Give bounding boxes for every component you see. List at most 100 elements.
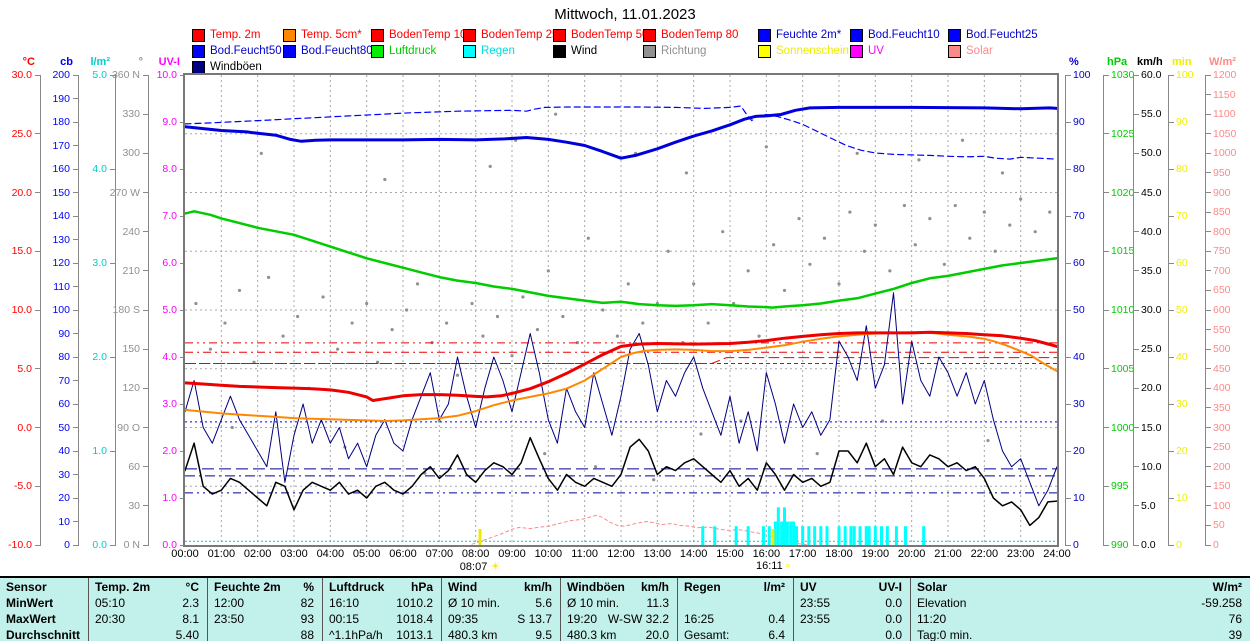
axis-tick-mark <box>1206 172 1211 173</box>
legend-swatch <box>553 45 566 58</box>
series-richtung <box>1001 171 1004 174</box>
table-cell-value: 1010.2 <box>396 595 433 611</box>
series-regen <box>880 526 883 545</box>
table-group-header: Windkm/h <box>448 579 552 595</box>
legend-label: BodenTemp 25 <box>481 29 558 41</box>
sunset-label: 16:11 ▫ <box>738 560 808 572</box>
axis-tick-mark <box>1134 231 1139 232</box>
axis-tick-label: 1050 <box>1213 129 1236 139</box>
table-cell-time: 20:30 <box>95 611 125 627</box>
table-cell-time: Tag:0 min. <box>917 627 972 641</box>
table-cell-value: 82 <box>301 595 314 611</box>
series-richtung <box>641 321 644 324</box>
axis-tick-label: 120 <box>93 383 140 393</box>
table-cell-row: 0.0 <box>800 627 902 641</box>
axis-tick-label: 40 <box>1073 352 1085 362</box>
legend-swatch <box>192 29 205 42</box>
weather-station-page: Mittwoch, 11.01.2023 Temp. 2mTemp. 5cm*B… <box>0 0 1250 641</box>
legend-item: Bod.Feucht25 <box>948 27 1058 43</box>
axis-tick-label: 800 <box>1213 227 1231 237</box>
legend-label: Richtung <box>661 45 706 57</box>
axis-tick-mark <box>1066 75 1071 76</box>
table-cell-row: 23:550.0 <box>800 611 902 627</box>
legend-item: Temp. 5cm* <box>283 27 371 43</box>
table-cell-time: 05:10 <box>95 595 125 611</box>
axis-tick-label: 20 <box>23 493 70 503</box>
axis-tick-mark <box>73 98 78 99</box>
series-richtung <box>601 308 604 311</box>
table-cell-value: 1013.1 <box>396 627 433 641</box>
series-regen <box>849 526 852 545</box>
axis-tick-label: 900 <box>1213 188 1231 198</box>
series-regen <box>768 526 771 545</box>
axis-tick-label: 50 <box>1213 520 1225 530</box>
axis-tick-label: 100 <box>23 305 70 315</box>
axis-tick-label: 5.0 <box>0 364 32 374</box>
axis-tick-mark <box>1206 486 1211 487</box>
series-regen <box>747 526 750 545</box>
table-cell-row: 05:102.3 <box>95 595 199 611</box>
legend-item: BodenTemp 10 <box>371 27 463 43</box>
table-group-unit: km/h <box>524 579 552 595</box>
axis-tick-mark <box>143 427 148 428</box>
axis-tick-label: 4.0 <box>130 352 177 362</box>
series-richtung <box>823 237 826 240</box>
axis-tick-mark <box>73 474 78 475</box>
legend-item: Temp. 2m <box>192 27 283 43</box>
table-cell-row: 16:101010.2 <box>329 595 433 611</box>
legend-swatch <box>850 45 863 58</box>
axis-tick-mark <box>1134 505 1139 506</box>
axis-tick-label: 950 <box>1213 168 1231 178</box>
table-cell-time: 23:55 <box>800 595 830 611</box>
axis-tick-label: 110 <box>23 282 70 292</box>
axis-tick-mark <box>1206 310 1211 311</box>
series-regen <box>886 526 889 545</box>
axis-tick-mark <box>1104 133 1109 134</box>
legend-label: Bod.Feucht25 <box>966 29 1038 41</box>
series-richtung <box>1019 197 1022 200</box>
table-cell-value: 8.1 <box>182 611 199 627</box>
series-richtung <box>699 432 702 435</box>
table-cell-value: 11.3 <box>647 595 669 611</box>
axis-tick-label: 350 <box>1213 403 1231 413</box>
table-cell-row: Ø 10 min.11.3 <box>567 595 669 611</box>
axis-tick-mark <box>1104 251 1109 252</box>
axis-tick-mark <box>35 368 40 369</box>
axis-tick-mark <box>1104 192 1109 193</box>
axis-tick-label: 150 <box>23 188 70 198</box>
axis-tick-label: -5.0 <box>0 481 32 491</box>
legend-label: Temp. 2m <box>210 29 261 41</box>
axis-tick-label: 270 W <box>93 188 140 198</box>
legend-label: BodenTemp 50 <box>571 29 648 41</box>
table-cell-value: 39 <box>1229 627 1242 641</box>
table-cell-value: S 13.7 <box>517 611 552 627</box>
axis-tick-mark <box>1066 263 1071 264</box>
axis-tick-mark <box>1206 349 1211 350</box>
table-group-luftdruck: LuftdruckhPa16:101010.200:151018.4^1.1hP… <box>322 578 441 641</box>
axis-tick-label: 25.0 <box>1141 344 1161 354</box>
legend-label: Windböen <box>210 61 262 73</box>
axis-tick-mark <box>35 133 40 134</box>
legend-swatch <box>283 29 296 42</box>
table-cell-row: 480.3 km20.0 <box>567 627 669 641</box>
series-richtung <box>554 113 557 116</box>
axis-tick-label: 1030 <box>1111 70 1134 80</box>
series-richtung <box>721 230 724 233</box>
table-cell-value: 76 <box>1229 611 1242 627</box>
table-cell-row: 23:5093 <box>214 611 314 627</box>
axis-tick-mark <box>1066 169 1071 170</box>
series-richtung <box>983 210 986 213</box>
axis-tick-mark <box>1066 451 1071 452</box>
series-regen <box>801 526 804 545</box>
series-richtung <box>747 269 750 272</box>
axis-tick-label: 45.0 <box>1141 188 1161 198</box>
table-cell-row: Ø 10 min.5.6 <box>448 595 552 611</box>
axis-tick-label: 400 <box>1213 383 1231 393</box>
series-regen <box>874 526 877 545</box>
series-richtung <box>627 282 630 285</box>
axis-tick-mark <box>73 286 78 287</box>
axis-tick-mark <box>1104 427 1109 428</box>
series-richtung <box>489 165 492 168</box>
series-regen <box>853 526 856 545</box>
sunset-label-time: 16:11 <box>756 560 786 572</box>
